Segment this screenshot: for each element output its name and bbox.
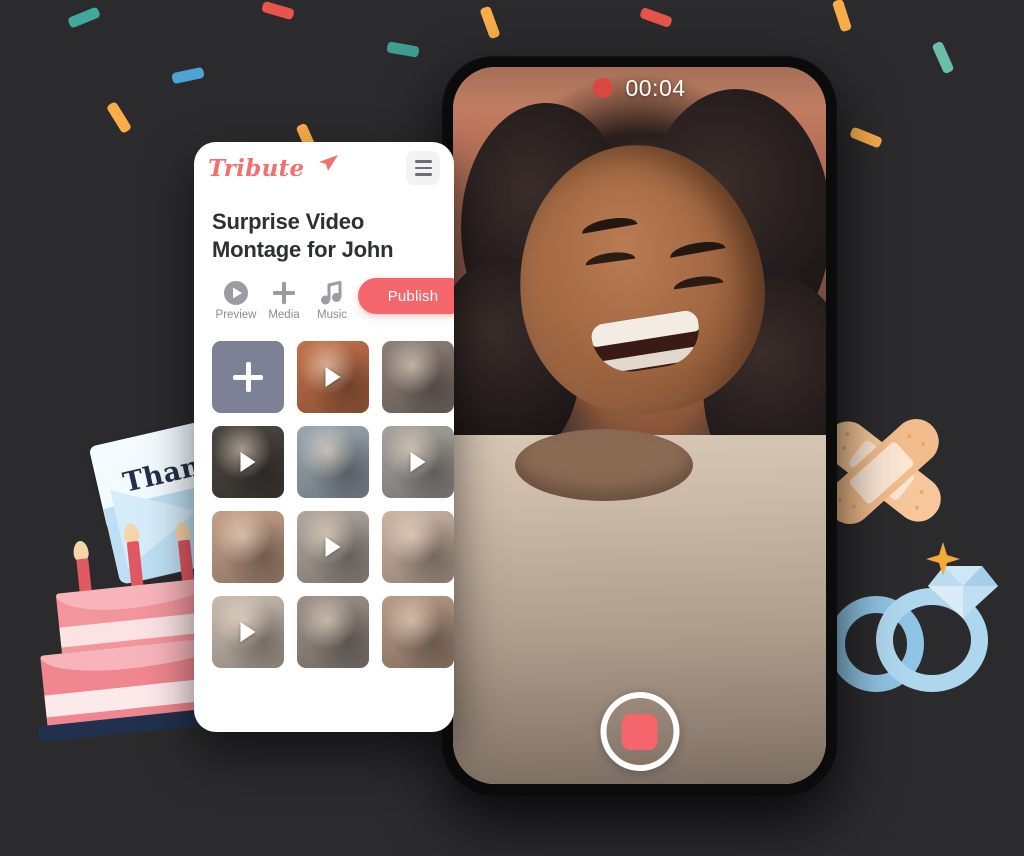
paper-plane-icon: [319, 155, 338, 171]
confetti-piece: [931, 40, 955, 75]
music-button[interactable]: Music: [308, 280, 356, 321]
media-thumbnail: [297, 596, 369, 669]
media-thumbnail: [382, 511, 454, 584]
scene-root: Thanks! 00:04 Tribute Surprise Video Mon…: [0, 0, 1024, 856]
media-thumbnail: [212, 511, 284, 584]
wedding-rings-decoration: [828, 542, 1018, 695]
publish-button[interactable]: Publish: [358, 278, 454, 315]
media-grid: [194, 321, 454, 669]
confetti-piece: [831, 0, 853, 33]
editor-toolbar: Preview Media Music Publish: [194, 264, 454, 321]
play-icon: [325, 537, 341, 558]
phone-screen: 00:04: [453, 67, 826, 784]
media-tile[interactable]: [382, 426, 454, 499]
stop-square-icon: [621, 713, 658, 750]
plus-icon: [271, 280, 297, 306]
play-icon: [240, 452, 256, 473]
preview-button[interactable]: Preview: [212, 280, 260, 321]
tribute-app-card: Tribute Surprise Video Montage for John …: [194, 142, 454, 732]
media-tile[interactable]: [382, 341, 454, 414]
music-note-icon: [320, 280, 344, 306]
confetti-piece: [261, 0, 295, 21]
app-header: Tribute: [194, 142, 454, 194]
preview-label: Preview: [215, 309, 257, 322]
confetti-piece: [386, 41, 420, 58]
page-title: Surprise Video Montage for John: [212, 209, 394, 263]
media-button[interactable]: Media: [260, 280, 308, 321]
media-tile[interactable]: [297, 426, 369, 499]
play-icon: [410, 452, 426, 473]
confetti-piece: [171, 66, 205, 85]
confetti-piece: [105, 101, 133, 134]
phone-device: 00:04: [443, 57, 836, 794]
collar: [515, 429, 693, 501]
media-tile[interactable]: [212, 426, 284, 499]
recording-status-bar: 00:04: [453, 67, 826, 109]
add-media-tile[interactable]: [212, 341, 284, 414]
confetti-piece: [639, 6, 673, 29]
play-icon: [240, 622, 256, 643]
play-circle-icon: [223, 280, 249, 306]
recording-timer: 00:04: [625, 74, 686, 101]
play-icon: [325, 367, 341, 388]
sparkle-icon: [926, 542, 960, 576]
hamburger-menu-icon[interactable]: [406, 151, 440, 185]
media-thumbnail: [382, 596, 454, 669]
tribute-logo[interactable]: Tribute: [208, 155, 304, 182]
media-tile[interactable]: [212, 596, 284, 669]
stop-recording-button[interactable]: [600, 692, 679, 771]
media-label: Media: [268, 309, 300, 322]
media-thumbnail: [297, 426, 369, 499]
confetti-piece: [67, 6, 101, 29]
media-tile[interactable]: [382, 511, 454, 584]
media-thumbnail: [382, 341, 454, 414]
music-label: Music: [316, 309, 348, 322]
confetti-piece: [849, 126, 883, 149]
media-tile[interactable]: [297, 341, 369, 414]
bandage-decoration: [816, 405, 950, 535]
record-dot-icon: [593, 78, 614, 98]
media-tile[interactable]: [297, 596, 369, 669]
media-tile[interactable]: [212, 511, 284, 584]
confetti-piece: [479, 5, 501, 40]
media-tile[interactable]: [297, 511, 369, 584]
media-tile[interactable]: [382, 596, 454, 669]
